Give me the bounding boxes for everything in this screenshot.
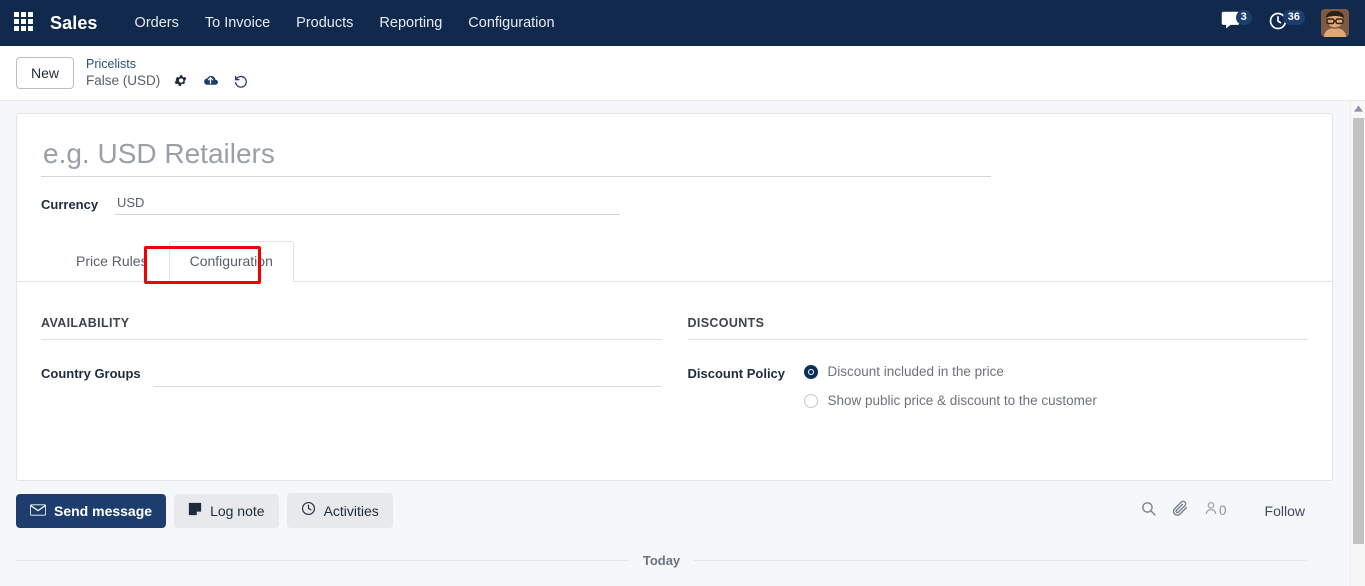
messages-menu[interactable]: 3 — [1220, 9, 1252, 36]
currency-label: Currency — [41, 196, 99, 212]
currency-field-row: Currency — [17, 177, 1332, 215]
tab-configuration[interactable]: Configuration — [168, 241, 294, 282]
separator-line-right — [694, 560, 1308, 561]
radio-label-show-public-price: Show public price & discount to the cust… — [827, 393, 1097, 408]
activities-label: Activities — [323, 502, 379, 519]
nav-item-products[interactable]: Products — [283, 0, 366, 46]
discount-policy-label: Discount Policy — [687, 366, 786, 381]
breadcrumb: Pricelists False (USD) — [86, 57, 249, 88]
follow-button[interactable]: Follow — [1265, 503, 1305, 519]
tab-price-rules[interactable]: Price Rules — [55, 241, 169, 282]
availability-group-title: AVAILABILITY — [41, 316, 662, 340]
avatar[interactable] — [1321, 9, 1349, 37]
log-note-label: Log note — [210, 502, 265, 519]
apps-grid-icon[interactable] — [14, 12, 36, 34]
activities-badge: 36 — [1282, 9, 1305, 25]
followers-count: 0 — [1219, 503, 1227, 518]
activities-menu[interactable]: 36 — [1268, 9, 1305, 36]
messages-badge: 3 — [1235, 9, 1252, 25]
sticky-note-icon — [188, 502, 202, 520]
navbar-right-tools: 3 36 — [1220, 9, 1353, 37]
chatter-right-tools: 0 Follow — [1140, 499, 1333, 522]
notebook-tabs: Price Rules Configuration — [17, 241, 1332, 282]
scrollbar-thumb[interactable] — [1353, 118, 1364, 544]
today-separator: Today — [16, 553, 1333, 568]
discount-policy-row: Discount Policy Discount included in the… — [688, 364, 1309, 408]
notebook: Price Rules Configuration AVAILABILITY C… — [17, 241, 1332, 408]
today-label: Today — [642, 553, 681, 568]
send-message-button[interactable]: Send message — [16, 493, 167, 528]
nav-item-configuration[interactable]: Configuration — [455, 0, 567, 46]
form-sheet: Currency Price Rules Configuration AVAIL… — [16, 113, 1333, 481]
app-brand-sales[interactable]: Sales — [50, 13, 98, 34]
followers-button[interactable]: 0 — [1203, 500, 1227, 521]
nav-item-reporting[interactable]: Reporting — [366, 0, 455, 46]
discount-policy-options: Discount included in the price Show publ… — [803, 364, 1097, 408]
top-navbar: Sales Orders To Invoice Products Reporti… — [0, 0, 1365, 46]
nav-item-orders[interactable]: Orders — [122, 0, 192, 46]
discounts-group-title: DISCOUNTS — [687, 316, 1308, 340]
gear-icon[interactable] — [173, 73, 188, 88]
currency-input[interactable] — [115, 193, 620, 215]
breadcrumb-current-record: False (USD) — [86, 72, 161, 88]
country-groups-label: Country Groups — [41, 366, 141, 381]
clock-icon — [301, 501, 316, 520]
discounts-group: DISCOUNTS Discount Policy Discount inclu… — [687, 316, 1309, 408]
caret-up-icon[interactable] — [1351, 101, 1365, 116]
log-note-button[interactable]: Log note — [174, 493, 279, 528]
user-icon — [1203, 500, 1219, 521]
undo-icon[interactable] — [233, 73, 249, 89]
nav-item-to-invoice[interactable]: To Invoice — [192, 0, 283, 46]
send-message-label: Send message — [54, 502, 153, 519]
availability-group: AVAILABILITY Country Groups — [41, 316, 662, 408]
cloud-upload-icon[interactable] — [202, 73, 219, 88]
record-title-row — [17, 114, 1332, 177]
pricelist-name-input[interactable] — [41, 138, 991, 177]
separator-line-left — [16, 560, 629, 561]
activities-button[interactable]: Activities — [286, 493, 393, 528]
new-button[interactable]: New — [16, 57, 75, 89]
paperclip-icon[interactable] — [1171, 499, 1189, 522]
envelope-icon — [30, 502, 46, 520]
breadcrumb-parent-pricelists[interactable]: Pricelists — [86, 57, 249, 71]
control-panel: New Pricelists False (USD) — [0, 46, 1365, 101]
search-icon[interactable] — [1140, 500, 1157, 522]
radio-unselected-icon[interactable] — [803, 393, 818, 408]
vertical-scrollbar[interactable] — [1350, 101, 1365, 586]
radio-selected-icon[interactable] — [803, 364, 818, 379]
radio-label-discount-included: Discount included in the price — [827, 364, 1004, 379]
radio-option-show-public-price[interactable]: Show public price & discount to the cust… — [803, 393, 1097, 408]
content-area: Currency Price Rules Configuration AVAIL… — [0, 101, 1365, 586]
country-groups-row: Country Groups — [41, 364, 662, 387]
country-groups-input[interactable] — [153, 364, 661, 387]
chatter-toolbar: Send message Log note Activities 0 Follo… — [16, 493, 1333, 528]
configuration-tab-pane: AVAILABILITY Country Groups DISCOUNTS Di… — [17, 282, 1332, 408]
radio-option-discount-included[interactable]: Discount included in the price — [803, 364, 1097, 379]
